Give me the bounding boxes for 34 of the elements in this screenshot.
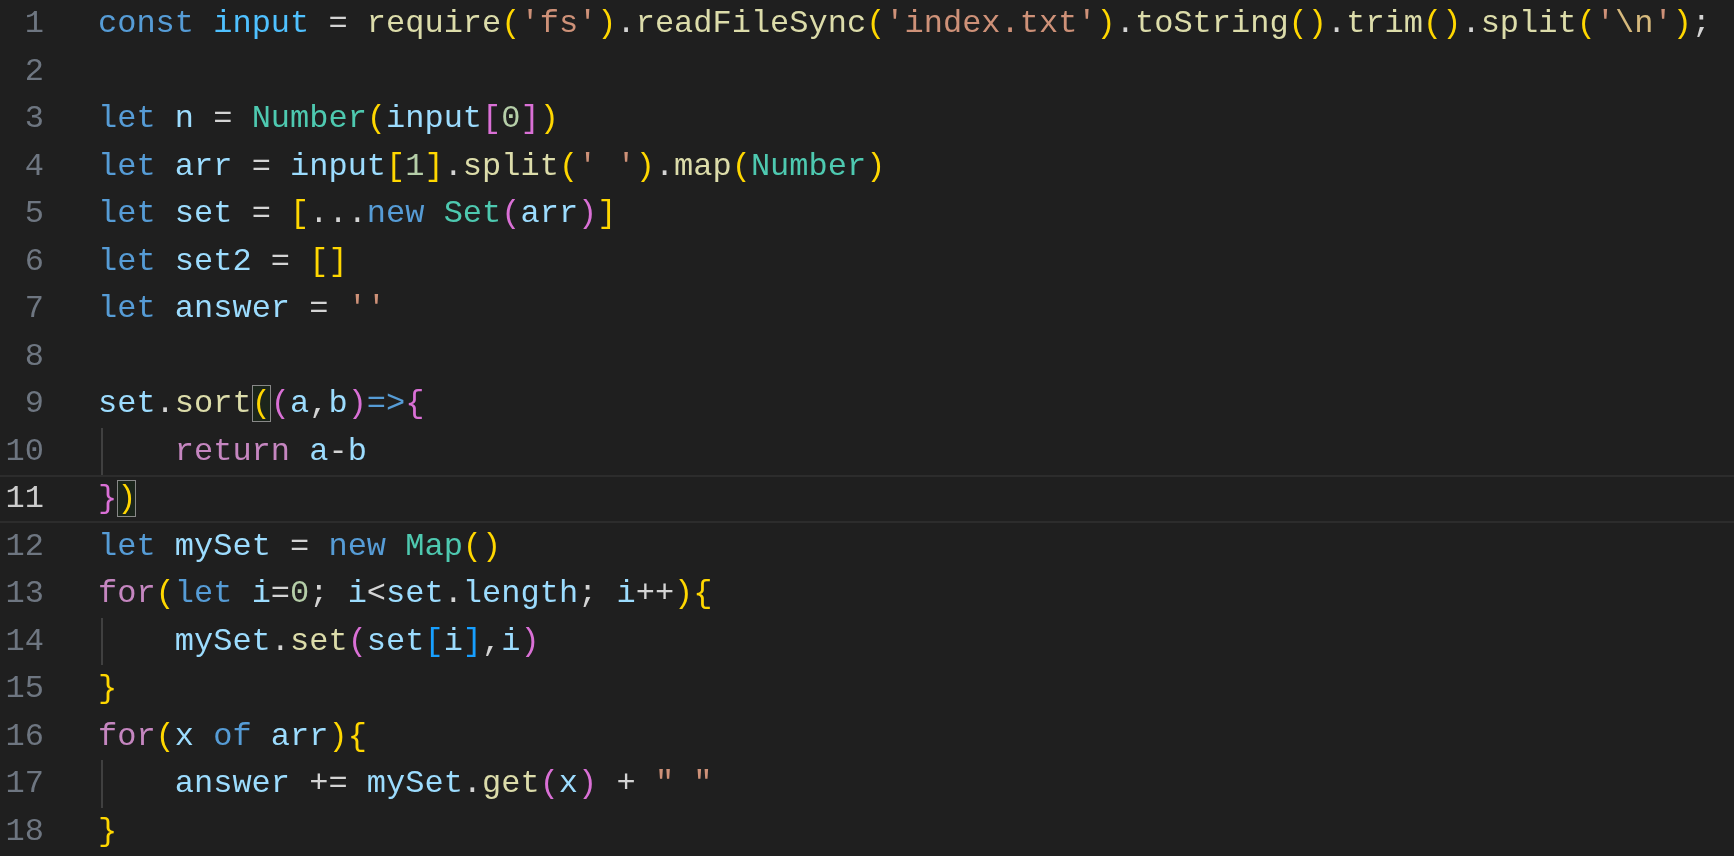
line-number: 17 <box>4 764 44 804</box>
code-line: const input = require('fs').readFileSync('index.txt').toString().trim().split('\n'); <box>98 4 1712 44</box>
line-number: 10 <box>4 431 44 472</box>
code-line: let answer = '' <box>98 289 387 329</box>
code-line: let arr = input[1].split(' ').map(Number) <box>98 146 886 187</box>
line-number: 5 <box>23 194 44 234</box>
line-number: 15 <box>4 669 44 709</box>
line-number: 14 <box>4 621 44 662</box>
code-line: for(x of arr){ <box>98 716 367 757</box>
code-line: set.sort((a,b)=>{ <box>98 384 425 424</box>
code-line: let mySet = new Map() <box>98 526 502 567</box>
line-number: 9 <box>23 384 44 424</box>
code-line: let set = [...new Set(arr)] <box>98 194 617 234</box>
line-number: 11 <box>4 479 44 519</box>
line-number: 4 <box>23 146 44 187</box>
line-number: 2 <box>23 51 44 92</box>
line-number: 16 <box>4 716 44 757</box>
code-line: mySet.set(set[i],i) <box>98 619 540 663</box>
line-number: 8 <box>23 336 44 377</box>
line-number: 6 <box>23 241 44 282</box>
code-line: } <box>98 669 118 709</box>
code-line: } <box>98 811 118 852</box>
line-number: 7 <box>23 289 44 329</box>
code-line: for(let i=0; i<set.length; i++){ <box>98 574 713 614</box>
code-line: return a-b <box>98 429 367 473</box>
line-number: 12 <box>4 526 44 567</box>
code-line: }) <box>98 479 137 519</box>
code-line: let set2 = [] <box>98 241 348 282</box>
line-number: 18 <box>4 811 44 852</box>
line-number: 3 <box>23 99 44 139</box>
code-line: let n = Number(input[0]) <box>98 99 559 139</box>
line-number: 1 <box>23 4 44 44</box>
code-line: answer += mySet.get(x) + " " <box>98 762 713 806</box>
line-number: 13 <box>4 574 44 614</box>
